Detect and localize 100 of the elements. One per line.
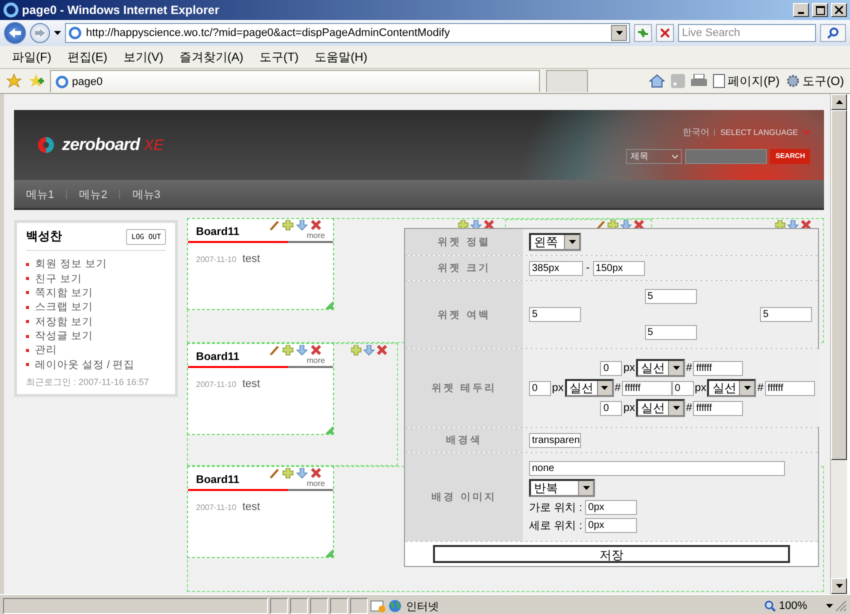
background-image-field[interactable]: none xyxy=(529,461,785,476)
resize-handle-icon[interactable] xyxy=(325,549,333,557)
stop-button[interactable] xyxy=(656,24,674,42)
menu-item[interactable]: 보기(V) xyxy=(115,46,172,68)
pencil-icon[interactable] xyxy=(270,221,279,230)
border-color-field[interactable]: ffffff xyxy=(622,380,672,396)
scroll-down-button[interactable] xyxy=(831,578,847,594)
more-link[interactable]: more xyxy=(306,231,325,240)
plus-icon[interactable] xyxy=(775,220,786,230)
down-arrow-icon[interactable] xyxy=(296,345,308,356)
down-arrow-icon[interactable] xyxy=(787,220,799,231)
page-menu[interactable]: 페이지(P) xyxy=(712,72,780,90)
dropdown-icon[interactable] xyxy=(826,604,833,608)
plus-icon[interactable] xyxy=(458,220,468,230)
member-menu-link[interactable]: 친구 보기 xyxy=(35,272,82,286)
post-title[interactable]: test xyxy=(242,378,260,390)
resize-handle-icon[interactable] xyxy=(325,426,333,434)
delete-icon[interactable] xyxy=(376,345,388,356)
align-select[interactable]: 왼쪽 xyxy=(529,233,581,251)
delete-icon[interactable] xyxy=(310,345,322,356)
member-menu-link[interactable]: 쪽지함 보기 xyxy=(35,286,93,300)
delete-icon[interactable] xyxy=(484,220,494,230)
dropdown-icon[interactable] xyxy=(54,31,61,35)
menu-item[interactable]: 편집(E) xyxy=(59,46,116,68)
down-arrow-icon[interactable] xyxy=(470,220,482,231)
site-menu-item[interactable]: 메뉴2 xyxy=(79,186,108,202)
plus-icon[interactable] xyxy=(351,345,362,356)
margin-top-field[interactable]: 5 xyxy=(644,289,696,304)
more-link[interactable]: more xyxy=(306,356,325,365)
back-button[interactable] xyxy=(4,22,26,44)
new-tab-button[interactable] xyxy=(546,70,588,92)
scrollbar-thumb[interactable] xyxy=(831,110,847,460)
height-field[interactable]: 150px xyxy=(592,260,645,276)
border-style-select[interactable]: 실선 xyxy=(636,399,685,417)
close-button[interactable] xyxy=(831,3,847,17)
margin-left-field[interactable]: 5 xyxy=(529,307,581,322)
down-arrow-icon[interactable] xyxy=(363,345,375,356)
member-menu-link[interactable]: 레이아웃 설정 / 편집 xyxy=(35,358,135,372)
position-y-field[interactable]: 0px xyxy=(585,518,638,533)
resize-handle-icon[interactable] xyxy=(325,301,333,309)
dropdown-button[interactable] xyxy=(611,25,627,41)
menu-item[interactable]: 파일(F) xyxy=(4,46,60,68)
member-menu-link[interactable]: 저장함 보기 xyxy=(35,314,93,329)
pencil-icon[interactable] xyxy=(270,346,279,355)
plus-icon[interactable] xyxy=(282,220,294,230)
margin-bottom-field[interactable]: 5 xyxy=(644,325,696,340)
site-menu-item[interactable]: 메뉴3 xyxy=(132,186,160,202)
menu-item[interactable]: 도구(T) xyxy=(251,46,307,68)
zoom-control[interactable]: 100% xyxy=(764,600,824,612)
search-field[interactable]: Live Search xyxy=(678,24,816,42)
border-style-select[interactable]: 실선 xyxy=(636,359,685,377)
member-menu-link[interactable]: 관리 xyxy=(35,343,57,358)
member-menu-link[interactable]: 작성글 보기 xyxy=(35,329,93,344)
member-menu-link[interactable]: 회원 정보 보기 xyxy=(35,257,107,272)
search-button[interactable] xyxy=(820,24,846,42)
border-width-field[interactable]: 0 xyxy=(529,380,551,396)
border-width-field[interactable]: 0 xyxy=(600,400,622,416)
post-title[interactable]: test xyxy=(242,501,260,513)
width-field[interactable]: 385px xyxy=(529,260,583,276)
more-link[interactable]: more xyxy=(306,479,325,488)
add-favorite-icon[interactable] xyxy=(28,73,44,89)
border-color-field[interactable]: ffffff xyxy=(693,360,744,376)
member-menu-link[interactable]: 스크랩 보기 xyxy=(35,300,93,314)
pencil-icon[interactable] xyxy=(270,469,279,478)
plus-icon[interactable] xyxy=(608,220,618,230)
repeat-select[interactable]: 반복 xyxy=(529,479,595,497)
site-menu-item[interactable]: 메뉴1 xyxy=(26,186,54,202)
delete-icon[interactable] xyxy=(634,220,644,230)
border-width-field[interactable]: 0 xyxy=(672,380,694,396)
resize-grip-icon[interactable] xyxy=(835,600,847,612)
minimize-button[interactable] xyxy=(793,3,809,17)
browser-tab[interactable]: page0 xyxy=(50,70,540,92)
menu-item[interactable]: 도움말(H) xyxy=(306,46,376,68)
background-color-field[interactable]: transparen xyxy=(529,432,581,448)
star-icon[interactable] xyxy=(6,73,22,89)
address-bar[interactable]: http://happyscience.wo.tc/?mid=page0&act=dispPageAdminContentModify xyxy=(65,23,630,43)
position-x-field[interactable]: 0px xyxy=(585,500,638,515)
border-style-select[interactable]: 실선 xyxy=(707,379,756,397)
down-arrow-icon[interactable] xyxy=(620,220,632,231)
delete-icon[interactable] xyxy=(800,220,812,230)
tools-menu[interactable]: 도구(O) xyxy=(786,72,844,90)
down-arrow-icon[interactable] xyxy=(296,468,308,479)
border-width-field[interactable]: 0 xyxy=(600,360,622,376)
border-color-field[interactable]: ffffff xyxy=(693,400,744,416)
border-color-field[interactable]: ffffff xyxy=(764,380,814,396)
margin-right-field[interactable]: 5 xyxy=(760,307,812,322)
border-style-select[interactable]: 실선 xyxy=(564,379,614,397)
save-button[interactable]: 저장 xyxy=(433,545,790,563)
search-scope-select[interactable]: 제목 xyxy=(626,149,682,164)
language-select-link[interactable]: SELECT LANGUAGE xyxy=(720,128,798,137)
delete-icon[interactable] xyxy=(310,468,322,478)
down-arrow-icon[interactable] xyxy=(296,220,308,231)
plus-icon[interactable] xyxy=(282,345,294,356)
menu-item[interactable]: 즐겨찾기(A) xyxy=(171,46,252,68)
plus-icon[interactable] xyxy=(282,468,294,478)
maximize-button[interactable] xyxy=(812,3,828,17)
refresh-button[interactable] xyxy=(634,24,652,42)
site-search-field[interactable] xyxy=(685,149,768,164)
delete-icon[interactable] xyxy=(310,220,322,230)
printer-icon[interactable] xyxy=(690,74,707,88)
